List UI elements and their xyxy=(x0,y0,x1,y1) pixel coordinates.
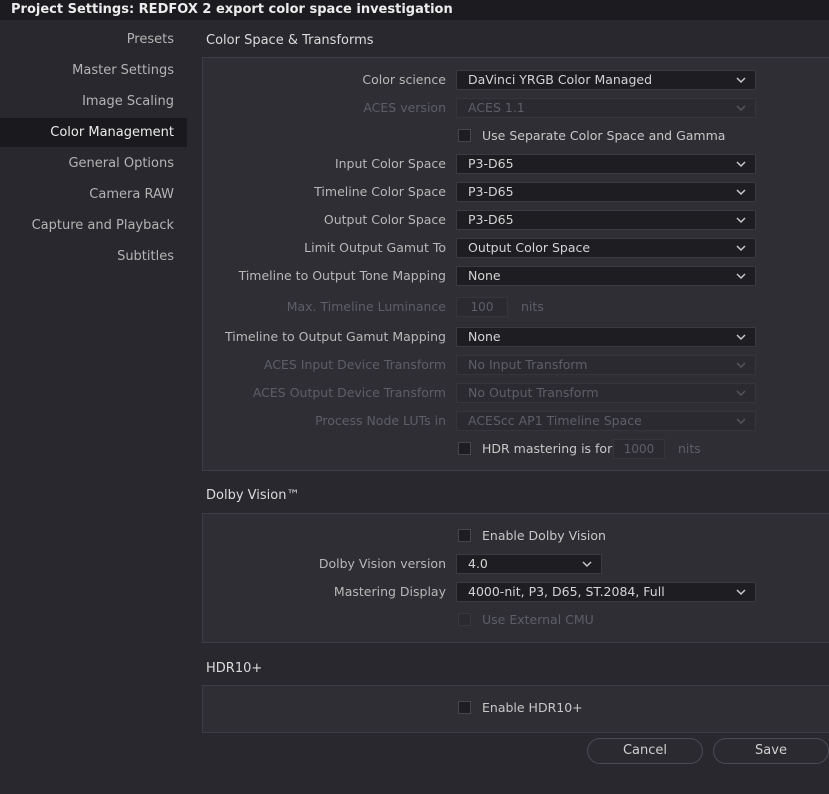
tone-mapping-dropdown[interactable]: None xyxy=(456,266,756,286)
separate-gamma-label: Use Separate Color Space and Gamma xyxy=(482,128,726,143)
dolby-version-value: 4.0 xyxy=(468,556,488,571)
chevron-down-icon xyxy=(736,362,746,369)
aces-idt-value: No Input Transform xyxy=(468,357,588,372)
aces-version-dropdown[interactable]: ACES 1.1 xyxy=(456,98,756,118)
chevron-down-icon xyxy=(736,245,746,252)
tone-mapping-value: None xyxy=(468,268,501,283)
max-luminance-label: Max. Timeline Luminance xyxy=(286,299,446,314)
process-luts-value: ACEScc AP1 Timeline Space xyxy=(468,413,642,428)
sidebar-item-image-scaling[interactable]: Image Scaling xyxy=(0,87,187,116)
chevron-down-icon xyxy=(736,390,746,397)
dolby-vision-panel: Enable Dolby Vision Dolby Vision version… xyxy=(202,513,829,643)
hdr-mastering-row: HDR mastering is for 1000 nits xyxy=(456,439,756,459)
external-cmu-checkbox[interactable] xyxy=(458,613,471,626)
sidebar-item-color-management[interactable]: Color Management xyxy=(0,118,187,147)
aces-odt-dropdown[interactable]: No Output Transform xyxy=(456,383,756,403)
aces-idt-dropdown[interactable]: No Input Transform xyxy=(456,355,756,375)
aces-idt-label: ACES Input Device Transform xyxy=(263,357,446,372)
color-science-value: DaVinci YRGB Color Managed xyxy=(468,72,653,87)
chevron-down-icon xyxy=(736,105,746,112)
dolby-version-dropdown[interactable]: 4.0 xyxy=(456,554,602,574)
cancel-button[interactable]: Cancel xyxy=(587,738,703,764)
color-science-dropdown[interactable]: DaVinci YRGB Color Managed xyxy=(456,70,756,90)
sidebar-item-presets[interactable]: Presets xyxy=(0,25,187,54)
enable-hdr10-row: Enable HDR10+ xyxy=(456,698,756,718)
hdr-mastering-unit: nits xyxy=(678,441,701,456)
gamut-mapping-value: None xyxy=(468,329,501,344)
external-cmu-label: Use External CMU xyxy=(482,612,594,627)
process-luts-label: Process Node LUTs in xyxy=(315,413,446,428)
settings-main: Color Space & Transforms Color science D… xyxy=(202,20,829,794)
timeline-color-space-value: P3-D65 xyxy=(468,184,514,199)
hdr10-panel: Enable HDR10+ xyxy=(202,685,829,733)
sidebar-item-master-settings[interactable]: Master Settings xyxy=(0,56,187,85)
separate-gamma-row: Use Separate Color Space and Gamma xyxy=(456,126,756,146)
chevron-down-icon xyxy=(736,589,746,596)
sidebar-item-general-options[interactable]: General Options xyxy=(0,149,187,178)
chevron-down-icon xyxy=(736,77,746,84)
timeline-color-space-dropdown[interactable]: P3-D65 xyxy=(456,182,756,202)
window-title: Project Settings: REDFOX 2 export color … xyxy=(0,0,829,20)
mastering-display-value: 4000-nit, P3, D65, ST.2084, Full xyxy=(468,584,665,599)
aces-version-value: ACES 1.1 xyxy=(468,100,525,115)
timeline-color-space-label: Timeline Color Space xyxy=(314,184,446,199)
limit-gamut-dropdown[interactable]: Output Color Space xyxy=(456,238,756,258)
aces-odt-value: No Output Transform xyxy=(468,385,599,400)
enable-hdr10-checkbox[interactable] xyxy=(458,701,471,714)
limit-gamut-value: Output Color Space xyxy=(468,240,591,255)
aces-version-label: ACES version xyxy=(363,100,446,115)
hdr-mastering-input[interactable]: 1000 xyxy=(613,439,665,459)
separate-gamma-checkbox[interactable] xyxy=(458,129,471,142)
chevron-down-icon xyxy=(736,273,746,280)
input-color-space-label: Input Color Space xyxy=(334,156,446,171)
chevron-down-icon xyxy=(736,334,746,341)
tone-mapping-label: Timeline to Output Tone Mapping xyxy=(238,268,446,283)
section-title-dolby-vision: Dolby Vision™ xyxy=(206,488,300,503)
chevron-down-icon xyxy=(736,418,746,425)
save-button[interactable]: Save xyxy=(713,738,829,764)
enable-dolby-label: Enable Dolby Vision xyxy=(482,528,606,543)
sidebar-item-capture-playback[interactable]: Capture and Playback xyxy=(0,211,187,240)
max-luminance-input[interactable]: 100 xyxy=(456,297,508,317)
max-luminance-unit: nits xyxy=(521,299,544,314)
gamut-mapping-dropdown[interactable]: None xyxy=(456,327,756,347)
section-title-color-space: Color Space & Transforms xyxy=(206,33,374,48)
sidebar-item-subtitles[interactable]: Subtitles xyxy=(0,242,187,271)
gamut-mapping-label: Timeline to Output Gamut Mapping xyxy=(224,329,446,344)
sidebar-item-camera-raw[interactable]: Camera RAW xyxy=(0,180,187,209)
hdr-mastering-checkbox[interactable] xyxy=(458,442,471,455)
output-color-space-value: P3-D65 xyxy=(468,212,514,227)
input-color-space-dropdown[interactable]: P3-D65 xyxy=(456,154,756,174)
input-color-space-value: P3-D65 xyxy=(468,156,514,171)
color-space-panel: Color science DaVinci YRGB Color Managed… xyxy=(202,57,829,471)
chevron-down-icon xyxy=(582,561,592,568)
section-title-hdr10: HDR10+ xyxy=(206,661,263,676)
mastering-display-label: Mastering Display xyxy=(333,584,446,599)
chevron-down-icon xyxy=(736,161,746,168)
output-color-space-dropdown[interactable]: P3-D65 xyxy=(456,210,756,230)
mastering-display-dropdown[interactable]: 4000-nit, P3, D65, ST.2084, Full xyxy=(456,582,756,602)
limit-gamut-label: Limit Output Gamut To xyxy=(304,240,446,255)
chevron-down-icon xyxy=(736,217,746,224)
sidebar: Presets Master Settings Image Scaling Co… xyxy=(0,20,187,794)
chevron-down-icon xyxy=(736,189,746,196)
enable-dolby-checkbox[interactable] xyxy=(458,529,471,542)
external-cmu-row: Use External CMU xyxy=(456,610,756,630)
dolby-version-label: Dolby Vision version xyxy=(318,556,446,571)
enable-dolby-row: Enable Dolby Vision xyxy=(456,526,756,546)
process-luts-dropdown[interactable]: ACEScc AP1 Timeline Space xyxy=(456,411,756,431)
output-color-space-label: Output Color Space xyxy=(323,212,446,227)
color-science-label: Color science xyxy=(362,72,446,87)
aces-odt-label: ACES Output Device Transform xyxy=(252,385,446,400)
enable-hdr10-label: Enable HDR10+ xyxy=(482,700,583,715)
hdr-mastering-label: HDR mastering is for xyxy=(482,441,613,456)
